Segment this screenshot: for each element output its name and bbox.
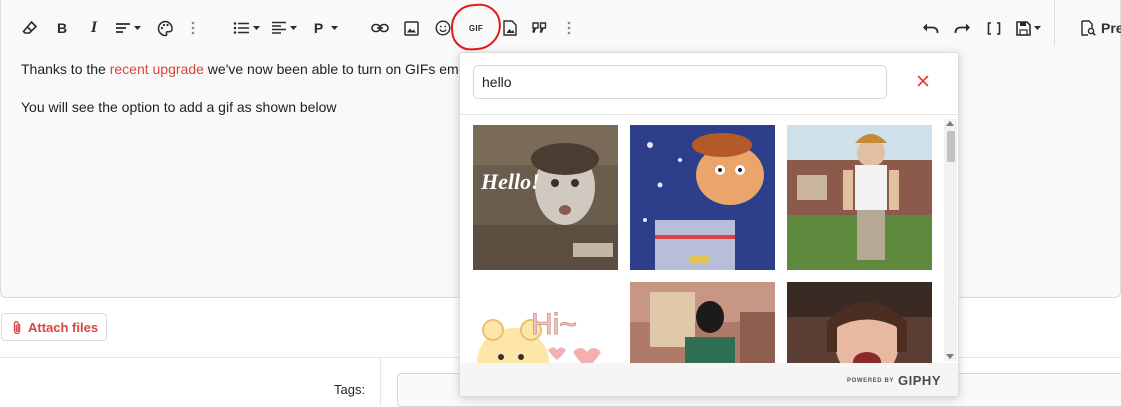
giphy-attribution: POWERED BY GIPHY [847, 373, 941, 388]
scroll-down-arrow-icon[interactable] [946, 354, 954, 359]
content-paragraph: You will see the option to add a gif as … [21, 99, 337, 115]
link-icon[interactable] [369, 14, 391, 42]
more-options-icon[interactable] [187, 14, 199, 42]
align-left-icon [272, 21, 286, 34]
save-icon [1015, 20, 1031, 36]
gif-picker-footer: POWERED BY GIPHY [460, 363, 958, 396]
scroll-thumb[interactable] [947, 131, 955, 162]
gif-results-grid: Hello! Hi~ [460, 115, 958, 363]
scroll-up-arrow-icon[interactable] [946, 121, 954, 126]
insert-media-icon[interactable] [501, 14, 519, 42]
clear-format-icon[interactable] [19, 14, 41, 42]
list-dropdown[interactable] [231, 14, 261, 42]
powered-by-label: POWERED BY [847, 377, 895, 384]
emoji-icon[interactable] [433, 14, 453, 42]
chevron-down-icon [252, 25, 260, 30]
paragraph-label: P [313, 20, 324, 36]
text-style-dropdown[interactable] [113, 14, 143, 42]
gif-result-tile[interactable] [630, 282, 775, 363]
quote-icon[interactable] [529, 14, 549, 42]
chevron-down-icon [290, 25, 297, 30]
divider [380, 358, 381, 405]
editor-toolbar: B I P GIF Pre [1, 0, 1121, 56]
gif-search-input[interactable] [473, 65, 887, 99]
attach-files-button[interactable]: Attach files [1, 313, 107, 341]
attach-files-label: Attach files [28, 319, 99, 335]
bold-button[interactable]: B [53, 14, 71, 42]
gif-result-tile[interactable]: Hi~ [473, 282, 618, 363]
paperclip-icon [13, 320, 21, 334]
align-dropdown[interactable] [269, 14, 299, 42]
giphy-logo: GIPHY [898, 373, 941, 388]
content-text: we've now been able to turn on GIFs emb [203, 61, 467, 77]
undo-icon[interactable] [919, 14, 941, 42]
preview-button[interactable]: Pre [1081, 14, 1121, 42]
editor-content[interactable]: Thanks to the recent upgrade we've now b… [21, 59, 467, 135]
paragraph-dropdown[interactable]: P [312, 14, 340, 42]
gif-result-tile[interactable] [787, 125, 932, 270]
highlight-circle [449, 2, 503, 52]
italic-button[interactable]: I [85, 14, 103, 42]
gif-result-tile[interactable] [630, 125, 775, 270]
toolbar-divider [1054, 0, 1055, 46]
chevron-down-icon [331, 25, 339, 30]
content-paragraph: Thanks to the recent upgrade we've now b… [21, 59, 467, 79]
list-icon [233, 22, 249, 34]
chevron-down-icon [134, 25, 141, 30]
gif-picker-popup: Hello! [459, 52, 959, 397]
close-icon[interactable] [915, 73, 931, 89]
text-lines-icon [116, 23, 130, 33]
preview-label: Pre [1101, 20, 1121, 36]
gif-caption: Hi~ [531, 308, 577, 341]
image-icon[interactable] [401, 14, 421, 42]
preview-icon [1081, 20, 1096, 36]
content-text: Thanks to the [21, 61, 110, 77]
gif-caption: Hello! [480, 169, 540, 194]
toggle-bbcode-icon[interactable] [983, 14, 1005, 42]
redo-icon[interactable] [951, 14, 973, 42]
palette-icon[interactable] [154, 14, 176, 42]
drafts-dropdown[interactable] [1013, 14, 1043, 42]
more-options-icon[interactable] [563, 14, 575, 42]
gif-result-tile[interactable] [787, 282, 932, 363]
gif-result-tile[interactable]: Hello! [473, 125, 618, 270]
chevron-down-icon [1033, 25, 1041, 30]
recent-upgrade-link[interactable]: recent upgrade [110, 61, 204, 77]
results-scrollbar[interactable] [944, 119, 957, 361]
tags-label: Tags: [334, 382, 366, 397]
